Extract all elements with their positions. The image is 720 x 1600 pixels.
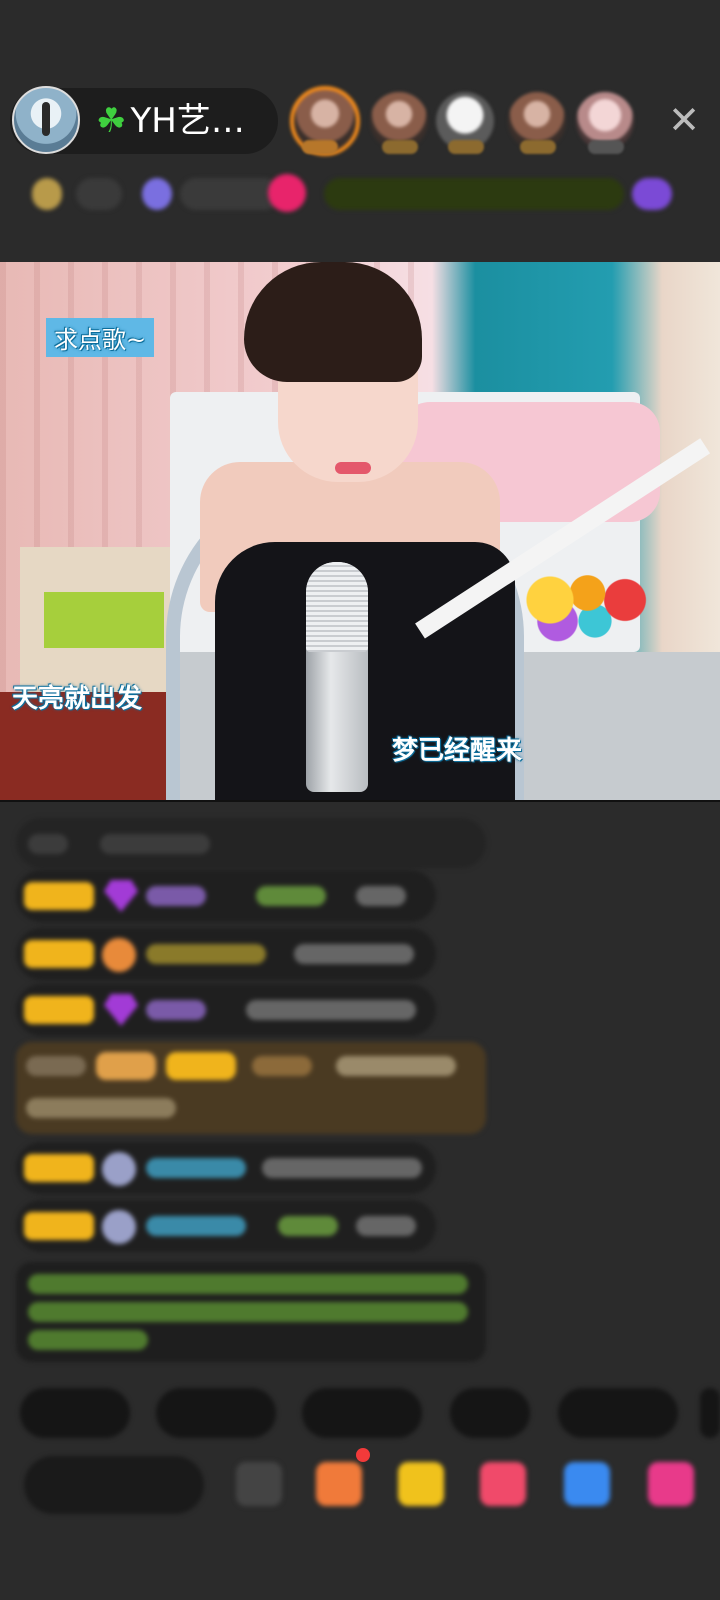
viewer-rank-badge-4 [520, 140, 556, 154]
quick-reply-2[interactable] [156, 1388, 276, 1438]
system-message [16, 818, 486, 868]
treasure-icon[interactable] [398, 1462, 444, 1506]
quick-reply-4[interactable] [450, 1388, 530, 1438]
status-ticker-row[interactable] [24, 172, 704, 216]
ticker-text [180, 178, 280, 210]
lyric-left: 天亮就出发 [12, 684, 143, 714]
caption-top-left: 求点歌~ [46, 318, 155, 357]
activity-icon[interactable] [632, 178, 672, 210]
chat-message[interactable] [16, 1200, 436, 1252]
notification-dot [356, 1448, 370, 1462]
microphone-grill [306, 562, 368, 652]
emoji-icon[interactable] [236, 1462, 282, 1506]
chat-message[interactable] [16, 984, 436, 1036]
cushions [520, 572, 670, 642]
viewer-rank-badge-2 [382, 140, 418, 154]
viewer-rank-badge-3 [448, 140, 484, 154]
chat-message[interactable] [16, 1142, 436, 1194]
divider [0, 800, 720, 802]
quick-reply-1[interactable] [20, 1388, 130, 1438]
close-icon[interactable]: ✕ [664, 100, 704, 140]
highlighted-chat-message[interactable] [16, 1042, 486, 1134]
promo-banner[interactable] [324, 178, 624, 210]
fan-club-icon[interactable] [316, 1462, 362, 1506]
host-name-text: YH艺… [130, 101, 245, 141]
chat-message[interactable] [16, 870, 436, 922]
viewer-rank-badge-5 [588, 140, 624, 154]
level-icon [32, 178, 62, 210]
host-name[interactable]: ☘ YH艺… [96, 98, 276, 144]
gift-box-icon[interactable] [648, 1462, 694, 1506]
viewer-rank-badge-1 [302, 140, 338, 154]
cabinet-drawer [44, 592, 164, 648]
chat-input[interactable] [24, 1456, 204, 1514]
host-avatar[interactable] [12, 86, 80, 154]
lyric-right: 梦已经醒来 [392, 736, 523, 766]
quick-reply-more[interactable] [700, 1388, 720, 1438]
colorful-badge-icon [142, 178, 172, 210]
quick-reply-3[interactable] [302, 1388, 422, 1438]
heart-gift-icon[interactable] [480, 1462, 526, 1506]
singer-hair [244, 262, 422, 382]
clover-icon: ☘ [96, 101, 127, 141]
system-notice [16, 1262, 486, 1362]
quick-reply-5[interactable] [558, 1388, 678, 1438]
chat-message[interactable] [16, 928, 436, 980]
singer-lips [335, 462, 371, 474]
game-icon[interactable] [564, 1462, 610, 1506]
ticker-text [76, 178, 122, 210]
gift-circle-icon[interactable] [268, 174, 306, 212]
